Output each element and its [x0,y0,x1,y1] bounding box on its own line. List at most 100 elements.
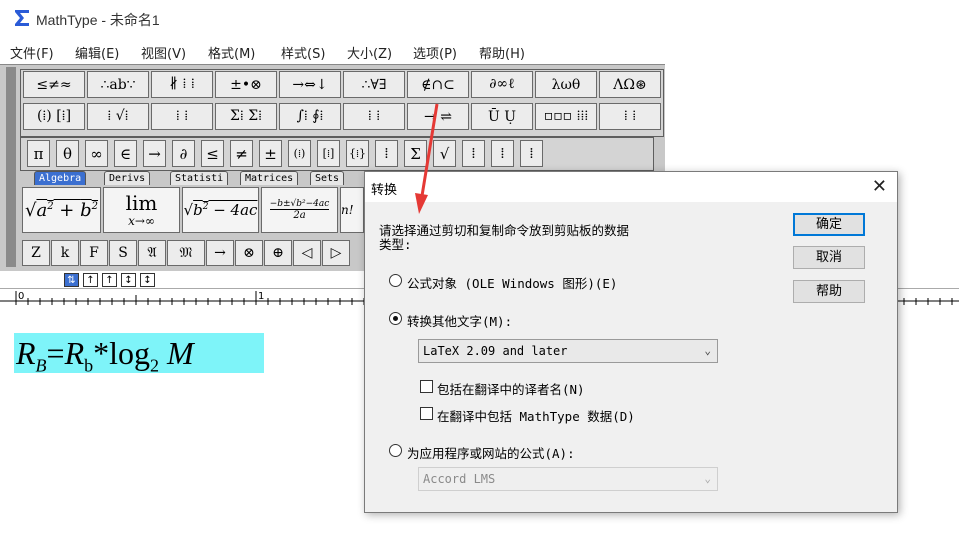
symbol-parens[interactable]: (⁞) [288,140,311,167]
template-b: b [80,199,92,221]
palette-sets-button[interactable]: ∉∩⊂ [407,71,469,98]
nudge-button-4[interactable]: ↕ [121,273,136,287]
palette-labeled-arrows-button[interactable]: → ⇌ [407,103,469,130]
tab-matrices[interactable]: Matrices [240,171,299,185]
palette-scripts-button[interactable]: ⁞ ⁞ [151,103,213,130]
menu-size[interactable]: 大小(Z) [347,43,392,62]
palette-spaces-button[interactable]: ∴ab∵ [87,71,149,98]
symbol-superscript[interactable]: ⁞ [462,140,485,167]
palette-relations-button[interactable]: ≤≠≈ [23,71,85,98]
palette-fractions-button[interactable]: ⁞ √⁞ [87,103,149,130]
small-sym-oplus[interactable]: ⊕ [264,240,292,266]
translator-select[interactable]: LaTeX 2.09 and later ⌄ [418,339,718,363]
palette-sums-button[interactable]: Σ⁞ Σ⁞ [215,103,277,130]
small-sym-k[interactable]: k [51,240,79,266]
palette-matrices-button[interactable]: ▫▫▫ ⁞⁞⁞ [535,103,597,130]
template-limit[interactable]: lim x→∞ [103,187,180,233]
checkbox-translator-name[interactable] [420,380,433,393]
small-sym-otimes[interactable]: ⊗ [235,240,263,266]
option-ole-label[interactable]: 公式对象 (OLE Windows 图形)(E) [407,273,617,292]
symbol-neq[interactable]: ≠ [230,140,253,167]
toolbar-grip[interactable] [6,67,16,267]
chevron-down-icon-disabled: ⌄ [704,472,711,485]
tab-statistics[interactable]: Statisti [170,171,229,185]
radio-convert-text[interactable] [389,312,402,325]
symbol-infinity[interactable]: ∞ [85,140,108,167]
symbol-partial[interactable]: ∂ [172,140,195,167]
small-sym-multimap[interactable]: → [206,240,234,266]
palette-greek-lower-button[interactable]: λωθ [535,71,597,98]
eq-R: R [16,335,36,371]
palette-integrals-button[interactable]: ∫⁞ ∮⁞ [279,103,341,130]
symbol-pi[interactable]: π [27,140,50,167]
small-sym-integers[interactable]: Z [22,240,50,266]
nudge-button-1[interactable]: ⇅ [64,273,79,287]
palette-misc-button[interactable]: ∂∞ℓ [471,71,533,98]
small-sym-fraktur-a[interactable]: 𝔄 [138,240,166,266]
symbol-brackets[interactable]: [⁞] [317,140,340,167]
symbol-braces[interactable]: {⁞} [346,140,369,167]
option-convert-label[interactable]: 转换其他文字(M): [407,311,512,330]
radio-app-website[interactable] [389,444,402,457]
menu-style[interactable]: 样式(S) [281,43,325,62]
ruler-mark-0: 0 [18,291,25,302]
small-sym-s[interactable]: S [109,240,137,266]
eq-sub-b: b [84,355,94,376]
palette-bars-button[interactable]: ⁞ ⁞ [343,103,405,130]
small-sym-triangle-left[interactable]: ◁ [293,240,321,266]
menu-edit[interactable]: 编辑(E) [75,43,119,62]
radio-ole-object[interactable] [389,274,402,287]
template-sup-b: 2 [91,200,99,212]
tab-sets[interactable]: Sets [310,171,345,185]
small-sym-triangle-right[interactable]: ▷ [322,240,350,266]
translator-select-value: LaTeX 2.09 and later [423,344,568,358]
symbol-sum[interactable]: Σ [404,140,427,167]
tab-derivs[interactable]: Derivs [104,171,151,185]
close-icon[interactable]: ✕ [872,176,887,197]
symbol-subscript[interactable]: ⁞ [491,140,514,167]
option-app-website-label[interactable]: 为应用程序或网站的公式(A): [407,443,575,462]
palette-logic-button[interactable]: ∴∀∃ [343,71,405,98]
ok-button[interactable]: 确定 [793,213,865,236]
menu-format[interactable]: 格式(M) [208,43,255,62]
symbol-fraction[interactable]: ⁞ [375,140,398,167]
menu-options[interactable]: 选项(P) [413,43,457,62]
symbol-theta[interactable]: θ [56,140,79,167]
template-factorial[interactable]: n! [340,187,364,233]
palette-boxes-button[interactable]: ⁞ ⁞ [599,103,661,130]
palette-arrows-button[interactable]: →⇔↓ [279,71,341,98]
cancel-button[interactable]: 取消 [793,246,865,269]
equation[interactable]: RB=Rb*log2 M [14,333,264,376]
palette-greek-upper-button[interactable]: ΛΩ⊛ [599,71,661,98]
checkbox-translator-name-label[interactable]: 包括在翻译中的译者名(N) [437,379,585,398]
symbol-leq[interactable]: ≤ [201,140,224,167]
menu-bar: 文件(F) 编辑(E) 视图(V) 格式(M) 样式(S) 大小(Z) 选项(P… [0,40,959,62]
eq-R2: R [64,335,85,371]
palette-fences-button[interactable]: (⁞) [⁞] [23,103,85,130]
tab-algebra[interactable]: Algebra [34,171,87,185]
symbol-element-of[interactable]: ∈ [114,140,137,167]
menu-file[interactable]: 文件(F) [10,43,54,62]
palette-products-button[interactable]: Ū Ụ [471,103,533,130]
nudge-button-5[interactable]: ↕ [140,273,155,287]
template-pythagoras[interactable]: √a2 + b2 [22,187,101,233]
eq-equals: = [46,335,65,371]
small-sym-fraktur-m[interactable]: 𝔐 [167,240,205,266]
help-button[interactable]: 帮助 [793,280,865,303]
symbol-arrow[interactable]: → [143,140,166,167]
checkbox-mathtype-data-label[interactable]: 在翻译中包括 MathType 数据(D) [437,406,635,425]
symbol-plusminus[interactable]: ± [259,140,282,167]
template-quadratic[interactable]: −b±√b²−4ac 2a [261,187,338,233]
symbol-subsup[interactable]: ⁞ [520,140,543,167]
ruler-mark-1: 1 [258,291,265,302]
menu-help[interactable]: 帮助(H) [479,43,525,62]
checkbox-mathtype-data[interactable] [420,407,433,420]
symbol-sqrt[interactable]: √ [433,140,456,167]
palette-embellish-button[interactable]: ∦ ⁞ ⁞ [151,71,213,98]
nudge-button-2[interactable]: ↑ [83,273,98,287]
palette-operators-button[interactable]: ±•⊗ [215,71,277,98]
small-sym-f[interactable]: F [80,240,108,266]
nudge-button-3[interactable]: ↑ [102,273,117,287]
template-discriminant[interactable]: √b2 − 4ac [182,187,259,233]
menu-view[interactable]: 视图(V) [141,43,186,62]
